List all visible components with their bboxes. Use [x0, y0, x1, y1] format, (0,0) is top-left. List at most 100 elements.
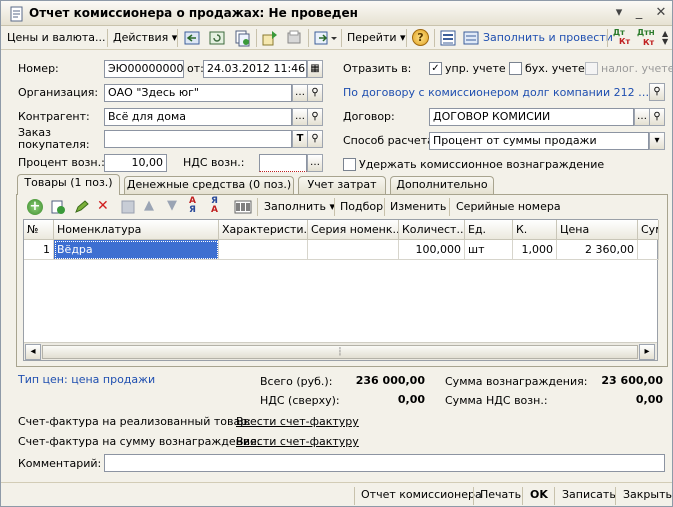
contract-open-icon[interactable]: ⚲ [649, 108, 665, 126]
table-cell-quantity[interactable]: 100,000 [399, 240, 465, 260]
debt-link[interactable]: По договору с комиссионером долг компани… [343, 86, 650, 100]
invoice-goods-link[interactable]: Ввести счет-фактуру [236, 415, 359, 429]
reward-label: Сумма вознаграждения: [445, 375, 588, 388]
horizontal-scrollbar[interactable]: ◂ ┆ ▸ [24, 342, 657, 360]
delete-row-icon[interactable]: ✕ [97, 198, 109, 214]
dt-kt-icon[interactable]: Дт Кт [613, 28, 633, 48]
contractor-select-button[interactable]: … [292, 108, 308, 126]
toolbar-more-icon[interactable]: ▲ ▼ [662, 30, 668, 46]
create-based-on-icon[interactable] [313, 29, 339, 47]
scroll-right-icon[interactable]: ▸ [639, 344, 655, 360]
close-button[interactable]: Закрыть [623, 487, 672, 503]
calendar-icon[interactable]: ▦ [307, 60, 323, 78]
table-cell-characteristic[interactable] [219, 240, 308, 260]
contractor-field[interactable]: Всё для дома [104, 108, 292, 126]
copy-row-icon[interactable] [50, 199, 66, 215]
column-header-series[interactable]: Серия номенк... [308, 220, 399, 240]
edit-row-icon[interactable] [73, 199, 89, 215]
tab-cost-accounting[interactable]: Учет затрат [298, 176, 386, 194]
contract-field[interactable]: ДОГОВОР КОМИСИИ [429, 108, 634, 126]
goods-table[interactable]: № Номенклатура Характеристи... Серия ном… [23, 219, 659, 361]
help-icon[interactable]: ? [412, 29, 429, 46]
acct-checkbox[interactable] [509, 62, 522, 75]
copy-icon[interactable] [233, 29, 251, 47]
table-cell-series[interactable] [308, 240, 399, 260]
invoice-reward-link[interactable]: Ввести счет-фактуру [236, 435, 359, 449]
sort-desc-icon[interactable]: ЯА [211, 197, 218, 215]
mgmt-checkbox[interactable]: ✓ [429, 62, 442, 75]
add-row-icon[interactable]: + [27, 199, 43, 215]
percent-label: Процент возн.: [18, 156, 105, 169]
column-header-number[interactable]: № [24, 220, 54, 240]
tab-money[interactable]: Денежные средства (0 поз.) [124, 176, 294, 194]
post-close-icon[interactable] [183, 29, 201, 47]
total-value: 236 000,00 [355, 374, 425, 387]
tax-checkbox[interactable] [585, 62, 598, 75]
refresh-icon[interactable] [208, 29, 226, 47]
list-view-icon[interactable] [440, 29, 456, 47]
serial-numbers-button[interactable]: Серийные номера [456, 200, 561, 214]
column-header-coefficient[interactable]: К. [513, 220, 557, 240]
ok-button[interactable]: OK [530, 487, 548, 503]
move-down-icon[interactable]: ▼ [167, 198, 177, 213]
comment-field[interactable] [104, 454, 665, 472]
print-button[interactable]: Печать [480, 487, 521, 503]
percent-field[interactable]: 10,00 [104, 154, 167, 172]
sort-asc-icon[interactable]: АЯ [189, 197, 196, 215]
scroll-thumb[interactable]: ┆ [42, 345, 638, 359]
close-icon[interactable]: ✕ [654, 6, 668, 20]
column-header-price[interactable]: Цена [557, 220, 638, 240]
column-header-characteristic[interactable]: Характеристи... [219, 220, 308, 240]
calc-method-dropdown-icon[interactable]: ▾ [649, 132, 665, 150]
menu-icon[interactable]: ▾ [612, 6, 626, 20]
price-type-link[interactable]: Тип цен: цена продажи [18, 373, 155, 387]
organization-field[interactable]: ОАО "Здесь юг" [104, 84, 292, 102]
change-button[interactable]: Изменить [390, 200, 446, 214]
prices-currency-button[interactable]: Цены и валюта... [7, 29, 105, 47]
column-header-quantity[interactable]: Количест... [399, 220, 465, 240]
tab-additional[interactable]: Дополнительно [390, 176, 494, 194]
select-button[interactable]: Подбор [340, 200, 383, 214]
print-preview-icon[interactable] [285, 29, 303, 47]
withhold-checkbox[interactable] [343, 158, 356, 171]
scroll-left-icon[interactable]: ◂ [25, 344, 41, 360]
commissioner-report-button[interactable]: Отчет комиссионера [361, 487, 482, 503]
calc-method-field[interactable]: Процент от суммы продажи [429, 132, 649, 150]
organization-select-button[interactable]: … [292, 84, 308, 102]
table-cell-unit[interactable]: шт [465, 240, 513, 260]
column-header-sum[interactable]: Сум [638, 220, 659, 240]
buyer-order-label-2: покупателя: [18, 138, 90, 151]
end-edit-icon[interactable] [120, 199, 136, 215]
number-field[interactable]: ЭЮ000000001 [104, 60, 184, 78]
minimize-icon[interactable]: _ [632, 6, 646, 20]
table-cell-price[interactable]: 2 360,00 [557, 240, 638, 260]
table-cell-sum[interactable] [638, 240, 659, 260]
title-bar[interactable]: Отчет комиссионера о продажах: Не провед… [1, 1, 672, 26]
column-header-unit[interactable]: Ед. [465, 220, 513, 240]
tab-goods[interactable]: Товары (1 поз.) [17, 174, 120, 195]
vat-field[interactable] [259, 154, 307, 172]
buyer-order-field[interactable] [104, 130, 292, 148]
move-up-icon[interactable]: ▲ [144, 198, 154, 213]
debt-open-icon[interactable]: ⚲ [649, 83, 665, 101]
column-header-item[interactable]: Номенклатура [54, 220, 219, 240]
grid-toolbar-separator [449, 198, 450, 216]
fill-and-post-button[interactable]: Заполнить и провести [463, 29, 613, 47]
dtn-kt-icon[interactable]: ДтН Кт [637, 28, 659, 48]
table-cell-coefficient[interactable]: 1,000 [513, 240, 557, 260]
date-field[interactable]: 24.03.2012 11:46:21 [203, 60, 307, 78]
fill-menu-button[interactable]: Заполнить ▾ [264, 200, 335, 214]
contract-select-button[interactable]: … [634, 108, 650, 126]
structure-icon[interactable] [261, 29, 279, 47]
actions-menu-button[interactable]: Действия ▾ [113, 29, 177, 47]
table-cell-number[interactable]: 1 [24, 240, 54, 260]
goto-menu-button[interactable]: Перейти ▾ [347, 29, 406, 47]
table-cell-item[interactable]: Вёдра [54, 240, 219, 260]
contractor-open-icon[interactable]: ⚲ [307, 108, 323, 126]
vat-select-button[interactable]: … [307, 154, 323, 172]
buyer-order-open-icon[interactable]: ⚲ [307, 130, 323, 148]
save-button[interactable]: Записать [562, 487, 616, 503]
barcode-icon[interactable] [234, 199, 252, 215]
organization-open-icon[interactable]: ⚲ [307, 84, 323, 102]
type-select-icon[interactable]: T [292, 130, 308, 148]
